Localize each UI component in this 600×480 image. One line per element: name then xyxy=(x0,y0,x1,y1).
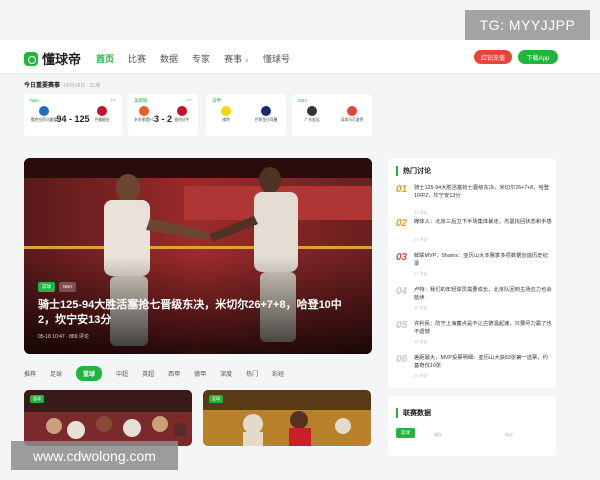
watermark-tg: TG: MYYJJPP xyxy=(465,10,590,40)
download-app-button[interactable]: 下载App xyxy=(518,50,558,64)
score-league: NBA xyxy=(30,98,40,103)
hot-rank: 02 xyxy=(396,218,408,229)
hot-text: 鲜联MVP，Shams：亚历山大本赛季多项数据创造历史纪录 xyxy=(414,253,548,267)
stats-col-games: 场次 xyxy=(505,432,513,437)
tab-recommend[interactable]: 推荐 xyxy=(24,369,36,378)
hot-meta: 16 评论 xyxy=(414,373,428,378)
team-logo-icon xyxy=(177,106,187,116)
hot-meta: 19 评论 xyxy=(414,339,428,344)
nav-home[interactable]: 首页 xyxy=(96,52,114,65)
hot-discussion-title: 热门讨论 xyxy=(396,166,431,176)
hot-text: 卢特：我们的年轻球员需要成长，北京队回到主场应力也会延续 xyxy=(414,287,552,301)
news-thumbnail[interactable]: 篮球 xyxy=(203,390,371,446)
team-b: 纽约红牛 xyxy=(172,106,192,123)
nav-events[interactable]: 赛事 ∨ xyxy=(224,52,249,65)
hot-text: 骑士125-94大胜活塞抢七晋级东决，米切尔26+7+8，哈登10中2，坎宁安1… xyxy=(414,185,550,199)
hot-text: 媒体人：北京三后卫下半场集体暴走，杰曼找回状态和手感 xyxy=(414,219,552,225)
score-league: CBA xyxy=(298,98,308,103)
stats-col-team: 球队 xyxy=(434,432,442,437)
team-b: 巴黎圣日耳曼 xyxy=(252,106,280,123)
thumbnail-image xyxy=(203,390,371,446)
hot-rank: 01 xyxy=(396,184,408,195)
category-tabs: 推荐 足球 篮球 中超 英超 西甲 德甲 深度 热门 彩经 xyxy=(24,366,284,381)
hero-tags: 篮球 NBA xyxy=(38,282,77,292)
score-card[interactable]: 美职联 FT 辛辛那提FC 3 - 2 纽约红牛 xyxy=(128,94,198,136)
score-card[interactable]: 法甲 南特 巴黎圣日耳曼 xyxy=(206,94,286,136)
score-league: 美职联 xyxy=(134,98,148,103)
league-stats-panel xyxy=(388,396,556,456)
score-state: FT xyxy=(186,98,193,103)
hero-tag-league: NBA xyxy=(59,282,77,292)
team-b: 深圳马可波罗 xyxy=(338,106,366,123)
site-logo[interactable]: 懂球帝 xyxy=(24,49,81,68)
nav-expert[interactable]: 专家 xyxy=(192,52,210,65)
team-logo-icon xyxy=(347,106,357,116)
hero-tag-sport: 篮球 xyxy=(38,282,55,292)
nav-data[interactable]: 数据 xyxy=(160,52,178,65)
tab-depth[interactable]: 深度 xyxy=(220,369,232,378)
team-logo-icon xyxy=(221,106,231,116)
logo-icon xyxy=(24,51,38,66)
hero-meta: 05-18 10:47 · 889 评论 xyxy=(38,334,89,340)
scores-date: 05月18日 · 31场 xyxy=(64,83,101,89)
hot-text: 许利民：防守上海童点是不让古德温起速，只要尽力赢了也不遗憾 xyxy=(414,321,552,335)
score-state: FT xyxy=(110,98,117,103)
tab-lottery[interactable]: 彩经 xyxy=(272,369,284,378)
hot-meta: 11 评论 xyxy=(414,305,428,310)
tab-hot[interactable]: 热门 xyxy=(246,369,258,378)
team-a: 南特 xyxy=(212,106,240,123)
tab-football[interactable]: 足球 xyxy=(50,369,62,378)
tab-epl[interactable]: 英超 xyxy=(142,369,154,378)
hot-rank: 03 xyxy=(396,252,408,263)
tab-csl[interactable]: 中超 xyxy=(116,369,128,378)
scores-title-label: 今日重要赛事 xyxy=(24,83,61,89)
recharge-button[interactable]: 红钻充值 xyxy=(474,50,512,64)
score-card[interactable]: CBA 广东宏远 深圳马可波罗 xyxy=(292,94,372,136)
scores-title: 今日重要赛事 05月18日 · 31场 xyxy=(24,80,100,89)
team-b: 丹佛掘金 xyxy=(88,106,116,123)
tab-bundesliga[interactable]: 德甲 xyxy=(194,369,206,378)
hot-meta: 27 评论 xyxy=(414,271,428,276)
thumbnail-image xyxy=(24,390,192,446)
team-logo-icon xyxy=(261,106,271,116)
team-logo-icon xyxy=(307,106,317,116)
score-card[interactable]: NBA FT 俄克拉荷马雷霆 94 - 125 丹佛掘金 xyxy=(24,94,122,136)
logo-text: 懂球帝 xyxy=(42,52,82,67)
chevron-down-icon: ∨ xyxy=(244,58,249,64)
stats-tab-basketball[interactable]: 篮球 xyxy=(396,428,415,438)
hot-rank: 06 xyxy=(396,354,408,365)
hero-title[interactable]: 骑士125-94大胜活塞抢七晋级东决，米切尔26+7+8，哈登10中2，坎宁安1… xyxy=(38,298,358,328)
hot-meta: 31 评论 xyxy=(414,210,428,215)
nav-match[interactable]: 比赛 xyxy=(128,52,146,65)
thumb-tag: 篮球 xyxy=(209,395,223,403)
hot-meta: 13 评论 xyxy=(414,237,428,242)
top-header: 懂球帝 首页 比赛 数据 专家 赛事 ∨ 懂球号 红钻充值 下载App xyxy=(0,40,600,74)
league-stats-title: 联赛数据 xyxy=(396,408,431,418)
tab-basketball[interactable]: 篮球 xyxy=(76,366,103,381)
thumb-tag: 篮球 xyxy=(30,395,44,403)
score-league: 法甲 xyxy=(212,98,221,103)
main-nav: 首页 比赛 数据 专家 赛事 ∨ 懂球号 xyxy=(96,52,290,65)
watermark-url: www.cdwolong.com xyxy=(11,441,178,470)
hot-rank: 05 xyxy=(396,320,408,331)
news-thumbnail[interactable]: 篮球 xyxy=(24,390,192,446)
team-logo-icon xyxy=(97,106,107,116)
nav-events-label: 赛事 xyxy=(224,54,243,64)
nav-account[interactable]: 懂球号 xyxy=(263,52,290,65)
tab-laliga[interactable]: 西甲 xyxy=(168,369,180,378)
hot-text: 差距最大，MVP投票明细：亚历山大获83张第一选票，约基奇仅10张 xyxy=(414,355,548,369)
hot-rank: 04 xyxy=(396,286,408,297)
team-a: 广东宏远 xyxy=(298,106,326,123)
